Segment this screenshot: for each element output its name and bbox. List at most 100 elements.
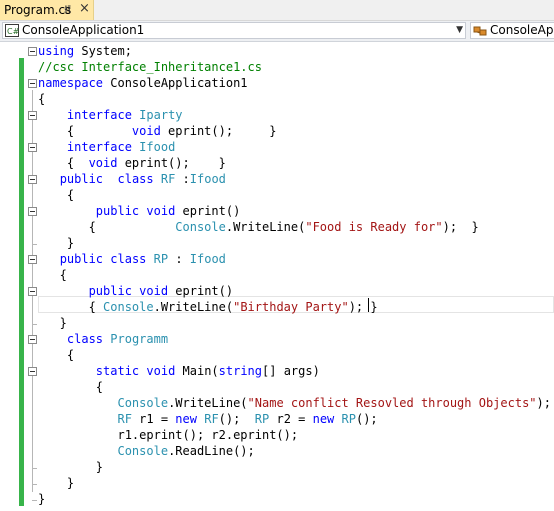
code-token: .ReadLine(); (168, 444, 255, 458)
collapse-region-icon[interactable] (28, 79, 37, 88)
collapse-region-icon[interactable] (28, 111, 37, 120)
code-token: { (38, 188, 75, 202)
code-line[interactable]: Console.ReadLine(); (38, 443, 255, 459)
code-token: { (38, 156, 89, 170)
code-line[interactable]: { Console.WriteLine("Birthday Party"); } (38, 299, 378, 315)
code-token: Ifood (189, 252, 226, 266)
code-token: { (38, 268, 67, 282)
code-line[interactable]: } (38, 459, 103, 475)
code-token: public (59, 252, 104, 266)
code-token: : (175, 172, 190, 186)
code-token: { (38, 124, 132, 138)
code-line[interactable]: public void eprint() (38, 203, 241, 219)
glyph-margin (0, 42, 18, 511)
code-token: ); } (348, 300, 378, 314)
code-token: RF (160, 172, 176, 186)
collapse-region-icon[interactable] (28, 175, 37, 184)
collapse-region-icon[interactable] (28, 287, 37, 296)
code-token: } (38, 236, 75, 250)
code-token: { (38, 348, 75, 362)
code-editor[interactable]: using System;//csc Interface_Inheritance… (0, 42, 554, 511)
code-line[interactable]: class Programm (38, 331, 168, 347)
code-line[interactable]: //csc Interface_Inheritance1.cs (38, 59, 262, 75)
code-token: Console (103, 300, 154, 314)
chevron-down-icon[interactable]: ▼ (456, 23, 463, 38)
collapse-region-icon[interactable] (28, 47, 37, 56)
code-token: System; (74, 44, 132, 58)
code-line[interactable]: using System; (38, 43, 132, 59)
code-token: ConsoleApplication1 (103, 76, 248, 90)
code-token: //csc Interface_Inheritance1.cs (38, 60, 262, 74)
code-line[interactable]: public void eprint() (38, 283, 234, 299)
member-dropdown[interactable]: ConsoleApp (470, 22, 554, 39)
collapse-region-icon[interactable] (28, 143, 37, 152)
code-line[interactable]: static void Main(string[] args) (38, 363, 320, 379)
code-token: { (38, 92, 46, 106)
code-line[interactable]: public class RF :Ifood (38, 171, 226, 187)
tab-label[interactable]: Program.cs (4, 2, 71, 18)
code-token: Iparty (139, 108, 183, 122)
code-line[interactable]: } (38, 315, 67, 331)
code-token: Programm (110, 332, 169, 346)
code-line[interactable]: { (38, 187, 74, 203)
code-token: ); (536, 396, 551, 410)
code-line[interactable]: } (38, 235, 74, 251)
code-token: { (38, 300, 104, 314)
code-line[interactable]: { void eprint(); } (38, 123, 277, 139)
code-token: eprint() (168, 284, 234, 298)
region-end-marker (32, 468, 37, 469)
pin-icon[interactable]: ⭿ (64, 2, 71, 18)
code-token: (); (355, 412, 378, 426)
code-token: class (117, 172, 154, 186)
code-line[interactable]: { (38, 379, 103, 395)
code-line[interactable]: RF r1 = new RF(); RP r2 = new RP(); (38, 411, 378, 427)
code-line[interactable]: { (38, 91, 45, 107)
code-line[interactable]: interface Iparty (38, 107, 183, 123)
code-token: RP (341, 412, 356, 426)
code-token: public (59, 172, 104, 186)
close-icon[interactable]: × (79, 1, 90, 17)
code-token: public (88, 284, 132, 298)
tab-program-cs[interactable]: Program.cs ⭿ × (0, 0, 94, 20)
text-caret (368, 298, 369, 312)
navigation-bar: C# ConsoleApplication1 ▼ ConsoleApp (0, 21, 554, 42)
code-token: Ifood (189, 172, 226, 186)
code-line[interactable]: public class RP : Ifood (38, 251, 226, 267)
code-token: class (110, 252, 147, 266)
collapse-region-icon[interactable] (28, 335, 37, 344)
code-line[interactable]: { void eprint(); } (38, 155, 226, 171)
code-line[interactable]: { Console.WriteLine("Food is Ready for")… (38, 219, 479, 235)
project-dropdown-label: ConsoleApplication1 (22, 23, 145, 37)
code-token: public (95, 204, 140, 218)
code-token: class (66, 332, 104, 346)
code-token: : (168, 252, 190, 266)
code-token: new (312, 412, 335, 426)
collapse-region-icon[interactable] (28, 207, 37, 216)
member-dropdown-label: ConsoleApp (490, 23, 554, 37)
collapse-region-icon[interactable] (28, 255, 37, 264)
code-line[interactable]: r1.eprint(); r2.eprint(); (38, 427, 298, 443)
code-token: } (38, 316, 67, 330)
code-line[interactable]: } (38, 475, 74, 491)
code-token: "Birthday Party" (233, 300, 349, 314)
code-line[interactable]: Console.WriteLine("Name conflict Resovle… (38, 395, 551, 411)
code-line[interactable]: { (38, 347, 74, 363)
collapse-region-icon[interactable] (28, 367, 37, 376)
code-line[interactable]: namespace ConsoleApplication1 (38, 75, 248, 91)
project-dropdown[interactable]: C# ConsoleApplication1 ▼ (2, 22, 466, 39)
code-line[interactable]: { (38, 267, 67, 283)
code-line[interactable]: } (38, 491, 45, 507)
code-token: { (38, 220, 176, 234)
code-token: ); } (442, 220, 479, 234)
code-token: } (38, 492, 46, 506)
code-line[interactable]: interface Ifood (38, 139, 175, 155)
code-token: void (146, 204, 176, 218)
